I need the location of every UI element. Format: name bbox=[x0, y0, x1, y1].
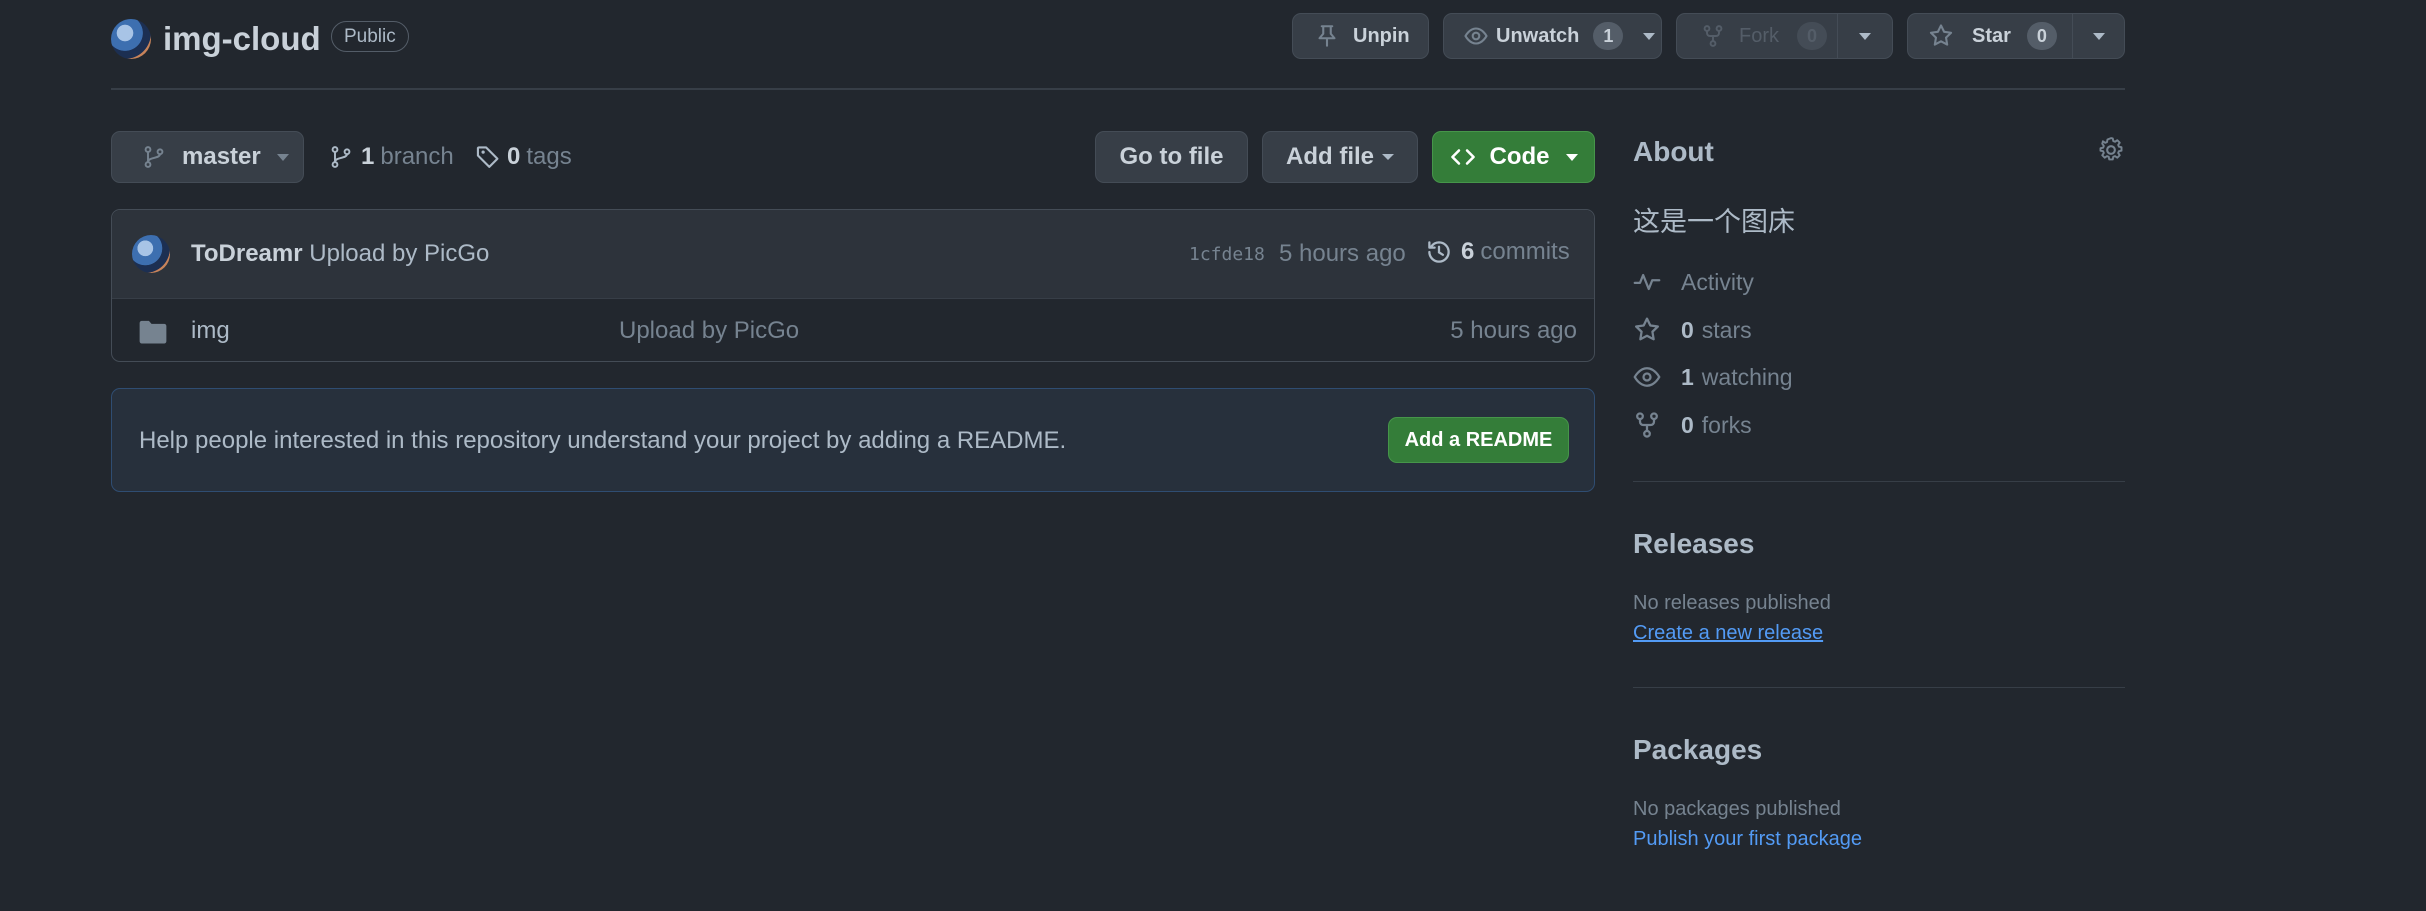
forks-link[interactable]: 0 forks bbox=[1633, 409, 1752, 441]
star-button[interactable]: Star 0 bbox=[1908, 14, 2072, 58]
code-icon bbox=[1450, 144, 1476, 170]
watch-count: 1 bbox=[1593, 22, 1624, 50]
history-icon bbox=[1425, 238, 1453, 266]
git-branch-icon bbox=[329, 145, 353, 169]
releases-heading[interactable]: Releases bbox=[1633, 528, 1754, 560]
forks-label: forks bbox=[1701, 411, 1752, 438]
releases-status: No releases published bbox=[1633, 592, 1831, 614]
branches-label: branch bbox=[380, 143, 454, 170]
add-file-button[interactable]: Add file bbox=[1262, 131, 1418, 183]
commit-message[interactable]: Upload by PicGo bbox=[309, 240, 489, 267]
commits-count: 6 bbox=[1461, 238, 1475, 265]
chevron-down-icon bbox=[1382, 154, 1394, 160]
repo-owner-avatar[interactable] bbox=[111, 19, 151, 59]
fork-label: Fork bbox=[1739, 24, 1779, 47]
forks-count: 0 bbox=[1681, 411, 1694, 438]
sidebar-divider bbox=[1633, 481, 2125, 482]
add-readme-button[interactable]: Add a README bbox=[1388, 417, 1569, 463]
commits-label: commits bbox=[1480, 238, 1570, 265]
about-heading: About bbox=[1633, 136, 1714, 167]
sidebar-divider bbox=[1633, 687, 2125, 688]
commit-author[interactable]: ToDreamr bbox=[191, 240, 303, 267]
fork-icon bbox=[1701, 24, 1725, 48]
pin-icon bbox=[1315, 24, 1339, 48]
add-file-label: Add file bbox=[1286, 143, 1374, 170]
watching-label: watching bbox=[1701, 363, 1793, 390]
star-label: Star bbox=[1972, 24, 2011, 47]
unwatch-button[interactable]: Unwatch 1 bbox=[1443, 13, 1662, 59]
chevron-down-icon bbox=[276, 153, 289, 161]
branches-link[interactable]: 1 branch bbox=[329, 141, 454, 173]
star-count: 0 bbox=[2026, 22, 2057, 50]
git-branch-icon bbox=[142, 145, 166, 169]
gear-icon[interactable] bbox=[2097, 136, 2125, 164]
tags-label: tags bbox=[526, 143, 572, 170]
fork-icon bbox=[1633, 411, 1661, 439]
stars-link[interactable]: 0 stars bbox=[1633, 314, 1752, 346]
watching-count: 1 bbox=[1681, 363, 1694, 390]
commits-link[interactable]: 6 commits bbox=[1425, 238, 1570, 266]
visibility-badge: Public bbox=[331, 21, 409, 52]
branches-count: 1 bbox=[361, 143, 375, 170]
file-commit-message[interactable]: Upload by PicGo bbox=[619, 317, 799, 345]
file-browser: ToDreamr Upload by PicGo 1cfde18 5 hours… bbox=[111, 209, 1595, 362]
create-release-link[interactable]: Create a new release bbox=[1633, 622, 1823, 645]
repo-description: 这是一个图床 bbox=[1633, 207, 1795, 238]
publish-package-link[interactable]: Publish your first package bbox=[1633, 828, 1862, 851]
commit-time: 5 hours ago bbox=[1279, 240, 1406, 267]
fork-button-group: Fork 0 bbox=[1676, 13, 1893, 59]
code-label: Code bbox=[1489, 143, 1550, 170]
chevron-down-icon bbox=[1859, 32, 1871, 40]
watchers-link[interactable]: 1 watching bbox=[1633, 361, 1793, 393]
unpin-button[interactable]: Unpin bbox=[1292, 13, 1429, 59]
star-icon bbox=[1928, 23, 1954, 49]
chevron-down-icon[interactable] bbox=[1643, 32, 1656, 40]
commit-summary: ToDreamr Upload by PicGo bbox=[191, 240, 489, 268]
branch-select-button[interactable]: master bbox=[111, 131, 304, 183]
commit-sha[interactable]: 1cfde18 bbox=[1189, 244, 1265, 265]
chevron-down-icon bbox=[2092, 32, 2105, 40]
header-divider bbox=[111, 88, 2125, 90]
commit-author-avatar[interactable] bbox=[132, 235, 170, 273]
readme-prompt-text: Help people interested in this repositor… bbox=[139, 427, 1067, 454]
file-row[interactable]: img Upload by PicGo 5 hours ago bbox=[112, 299, 1594, 362]
eye-icon bbox=[1464, 24, 1488, 48]
star-icon bbox=[1633, 316, 1661, 344]
stars-label: stars bbox=[1701, 316, 1752, 343]
tags-count: 0 bbox=[507, 143, 521, 170]
stars-count: 0 bbox=[1681, 316, 1694, 343]
star-button-group: Star 0 bbox=[1907, 13, 2125, 59]
fork-dropdown-button[interactable] bbox=[1838, 14, 1892, 58]
file-name[interactable]: img bbox=[191, 317, 230, 345]
unpin-label: Unpin bbox=[1353, 24, 1410, 47]
unwatch-label: Unwatch bbox=[1496, 24, 1580, 47]
pulse-icon bbox=[1633, 268, 1661, 296]
file-commit-time: 5 hours ago bbox=[1450, 317, 1577, 344]
packages-heading[interactable]: Packages bbox=[1633, 734, 1762, 766]
star-dropdown-button[interactable] bbox=[2073, 14, 2124, 58]
readme-prompt: Help people interested in this repositor… bbox=[111, 388, 1595, 492]
repo-name-link[interactable]: img-cloud bbox=[163, 22, 321, 55]
folder-icon bbox=[138, 319, 168, 345]
tags-link[interactable]: 0 tags bbox=[475, 141, 572, 173]
latest-commit-bar: ToDreamr Upload by PicGo 1cfde18 5 hours… bbox=[112, 210, 1594, 299]
eye-icon bbox=[1633, 363, 1661, 391]
go-to-file-button[interactable]: Go to file bbox=[1095, 131, 1248, 183]
fork-button[interactable]: Fork 0 bbox=[1677, 14, 1837, 58]
chevron-down-icon bbox=[1565, 153, 1578, 161]
branch-name: master bbox=[182, 143, 261, 170]
code-button[interactable]: Code bbox=[1432, 131, 1595, 183]
tag-icon bbox=[475, 144, 501, 170]
fork-count: 0 bbox=[1797, 22, 1827, 50]
packages-status: No packages published bbox=[1633, 798, 1841, 820]
activity-link[interactable]: Activity bbox=[1633, 266, 1754, 298]
activity-label: Activity bbox=[1681, 268, 1754, 295]
